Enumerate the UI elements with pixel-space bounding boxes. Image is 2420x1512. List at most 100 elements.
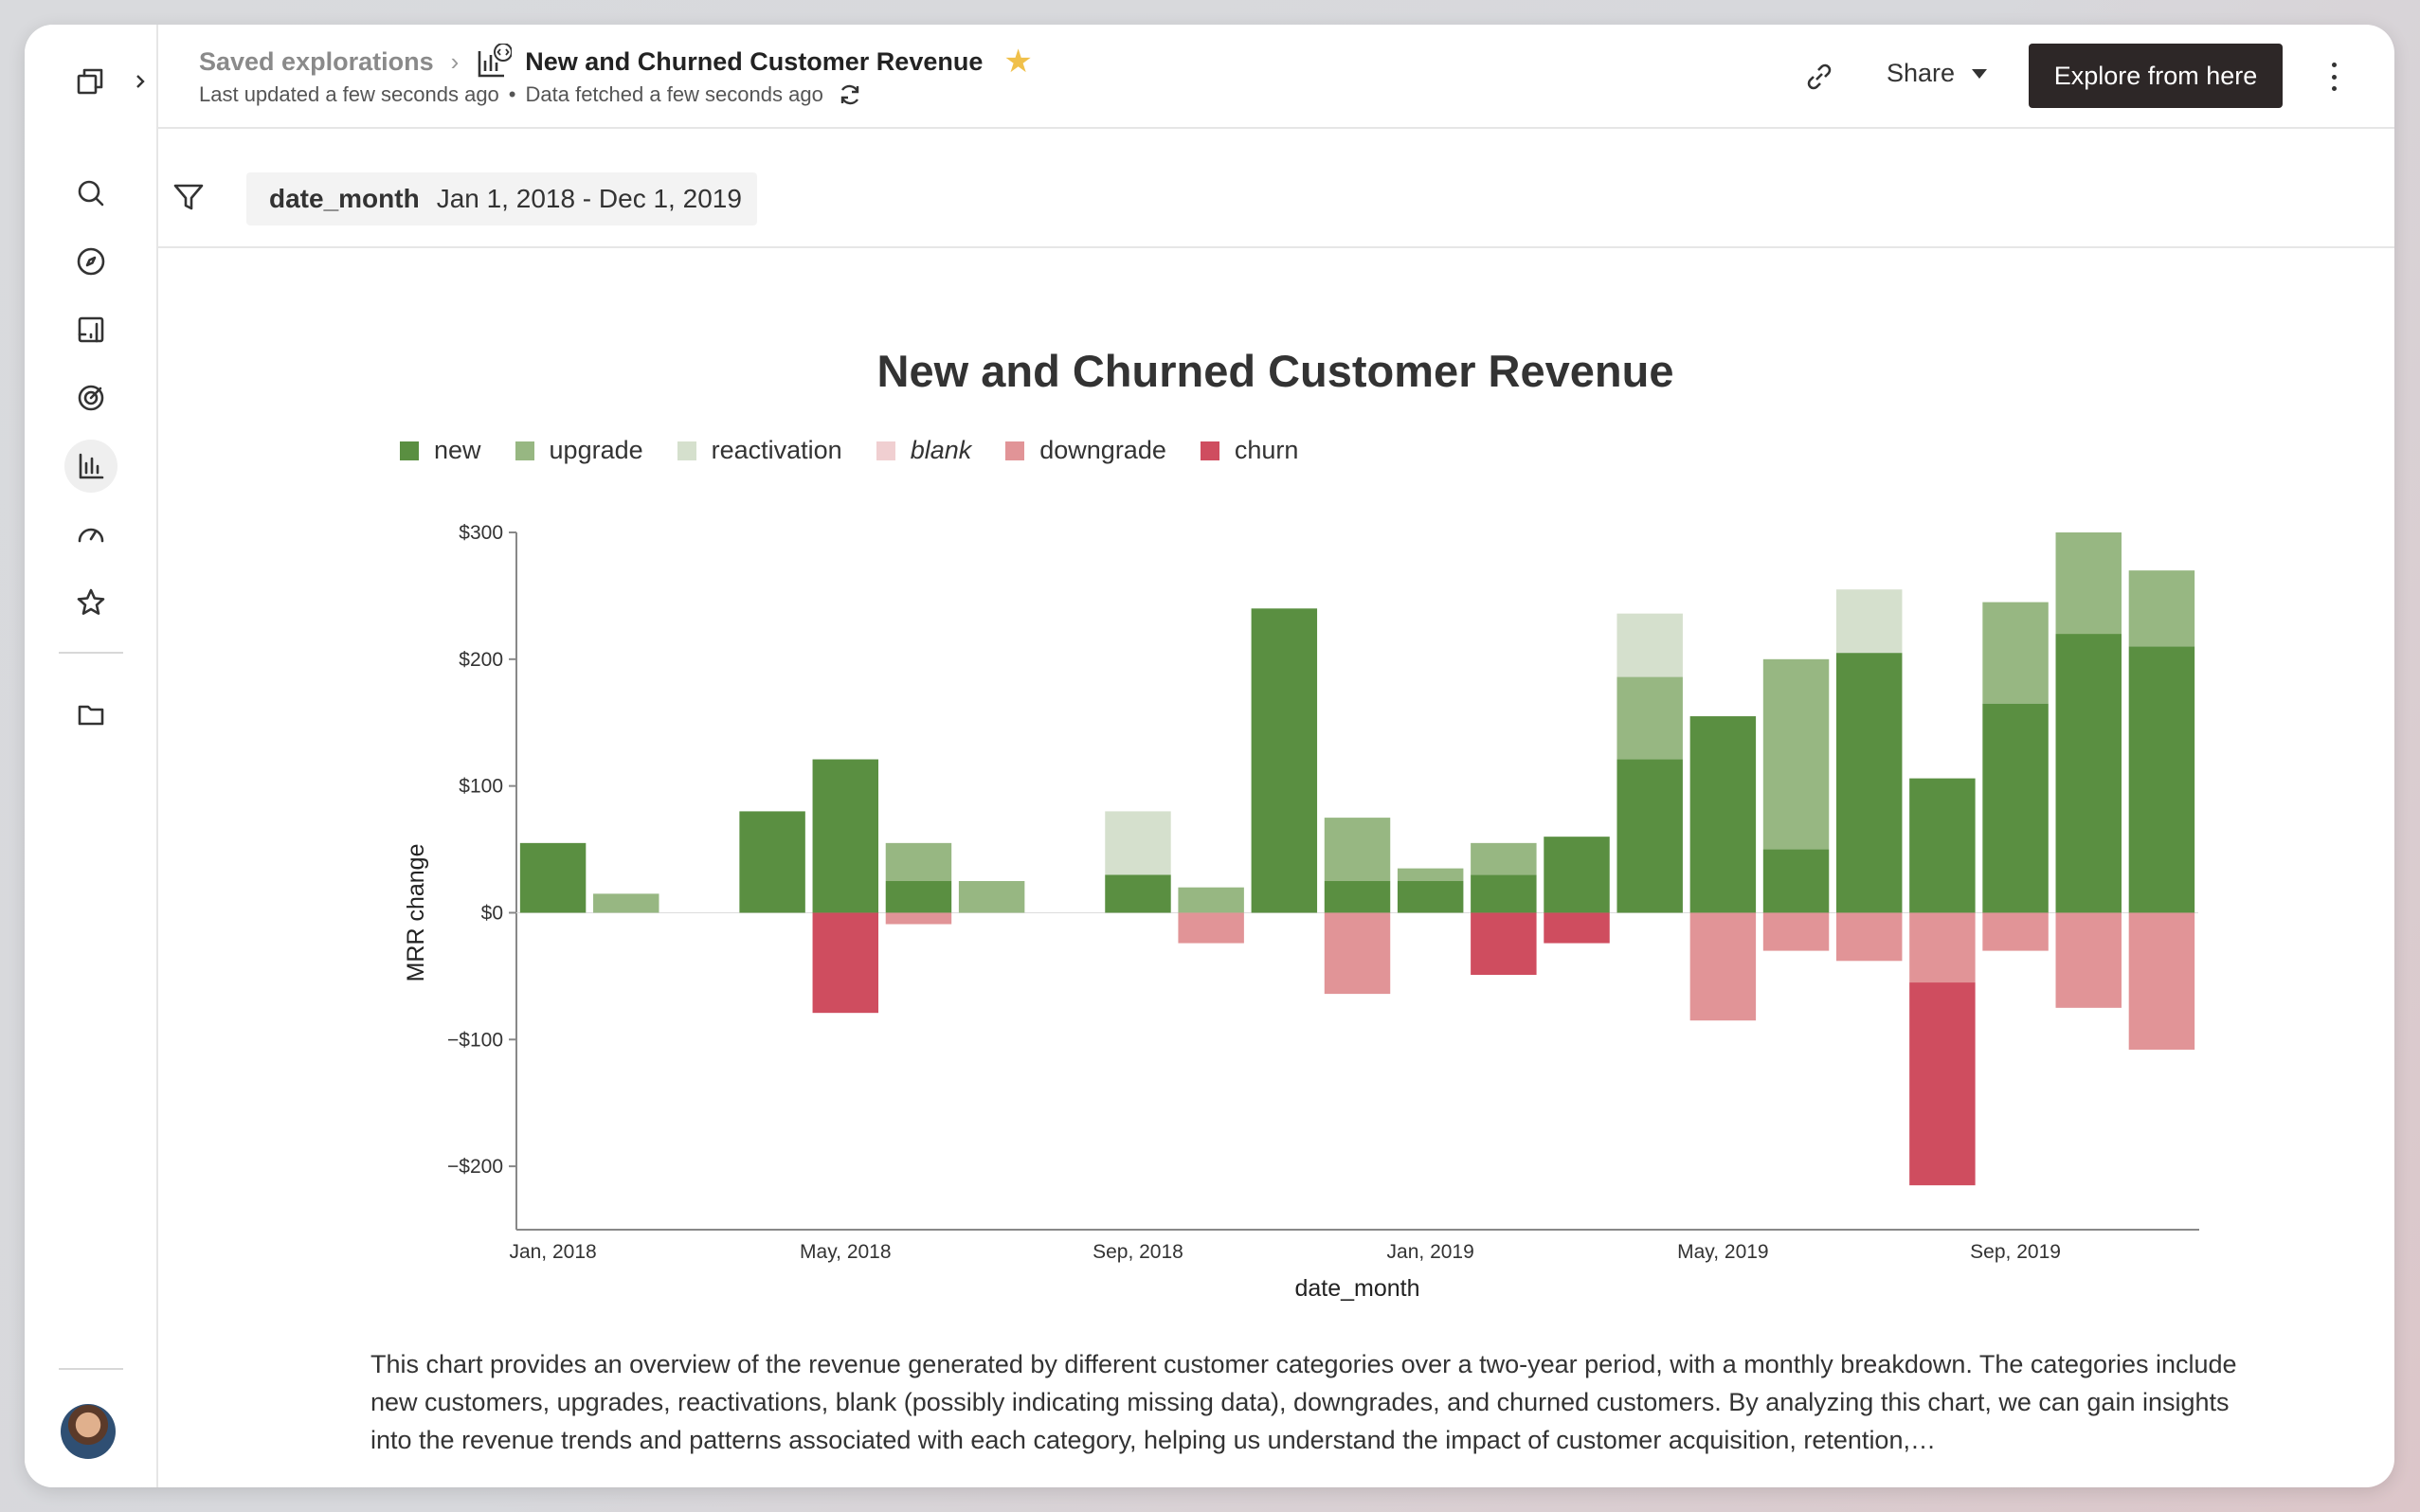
- bar-upgrade: [958, 881, 1025, 913]
- bar-upgrade: [1324, 818, 1391, 881]
- bar-upgrade: [2055, 532, 2122, 635]
- x-tick-label: Jan, 2018: [509, 1241, 596, 1263]
- chart-code-icon: [478, 44, 513, 78]
- x-tick-label: Jan, 2019: [1387, 1241, 1474, 1263]
- y-tick-label: $0: [481, 902, 503, 924]
- meta-info: Last updated a few seconds ago • Data fe…: [199, 81, 863, 108]
- expand-sidebar-icon[interactable]: [131, 64, 150, 99]
- bar-downgrade: [2128, 912, 2195, 1050]
- breadcrumb: Saved explorations › New and Churned Cus…: [199, 44, 1033, 80]
- bar-upgrade: [885, 842, 952, 881]
- y-tick-label: −$200: [447, 1156, 503, 1178]
- bar-upgrade: [2128, 570, 2195, 647]
- y-tick-label: $100: [459, 776, 503, 798]
- bar-new: [1762, 849, 1830, 913]
- chevron-right-icon: ›: [450, 46, 460, 76]
- x-axis-label: date_month: [1294, 1275, 1419, 1302]
- bar-new: [1835, 653, 1903, 913]
- bar-churn: [812, 912, 879, 1014]
- app-window: Saved explorations › New and Churned Cus…: [25, 25, 2394, 1487]
- y-axis-label: MRR change: [403, 844, 429, 982]
- share-button[interactable]: Share: [1887, 59, 1987, 88]
- filter-bar: date_month Jan 1, 2018 - Dec 1, 2019: [156, 129, 2394, 248]
- bar-upgrade: [1397, 868, 1464, 881]
- bar-new: [2055, 634, 2122, 913]
- header: Saved explorations › New and Churned Cus…: [156, 25, 2394, 129]
- bar-churn: [1909, 982, 1976, 1186]
- compass-icon[interactable]: [64, 235, 117, 288]
- target-icon[interactable]: [64, 371, 117, 424]
- filter-field-name: date_month: [269, 184, 420, 213]
- meta-separator: •: [508, 82, 516, 106]
- bar-upgrade: [1762, 658, 1830, 850]
- chart-bar-icon[interactable]: [64, 440, 117, 493]
- bar-new: [1471, 874, 1537, 913]
- explore-from-here-button[interactable]: Explore from here: [2029, 44, 2283, 108]
- x-tick-label: Sep, 2018: [1093, 1241, 1183, 1263]
- sidebar-divider-bottom: [59, 1368, 123, 1370]
- bar-new: [1251, 608, 1318, 913]
- bar-downgrade: [1982, 912, 2049, 951]
- bar-new: [885, 881, 952, 913]
- bar-downgrade: [885, 912, 952, 925]
- bar-new: [1982, 703, 2049, 913]
- bar-new: [2128, 646, 2195, 913]
- filter-field-value: Jan 1, 2018 - Dec 1, 2019: [436, 184, 742, 213]
- bar-upgrade: [1178, 887, 1244, 913]
- x-tick-label: Sep, 2019: [1970, 1241, 2061, 1263]
- bar-reactivation: [1616, 613, 1683, 677]
- star-icon[interactable]: [64, 576, 117, 629]
- sidebar: [25, 25, 158, 1487]
- bar-downgrade: [1689, 912, 1757, 1021]
- bar-new: [519, 842, 587, 913]
- filter-icon[interactable]: [172, 180, 206, 214]
- bar-new: [1616, 759, 1683, 913]
- bar-downgrade: [1178, 912, 1244, 944]
- dashboard-icon[interactable]: [64, 303, 117, 356]
- bar-new: [1397, 881, 1464, 913]
- bar-downgrade: [2055, 912, 2122, 1008]
- logo-icon[interactable]: [63, 56, 116, 109]
- last-updated-text: Last updated a few seconds ago: [199, 82, 499, 106]
- data-fetched-text: Data fetched a few seconds ago: [525, 82, 823, 106]
- x-tick-label: May, 2018: [800, 1241, 892, 1263]
- bar-downgrade: [1762, 912, 1830, 951]
- favorite-star-icon[interactable]: ★: [1003, 45, 1032, 78]
- page-title: New and Churned Customer Revenue: [525, 46, 984, 76]
- bar-new: [1105, 874, 1171, 913]
- bar-upgrade: [1982, 602, 2049, 704]
- bar-reactivation: [1105, 811, 1171, 875]
- gauge-icon[interactable]: [64, 508, 117, 561]
- y-tick-label: −$100: [447, 1029, 503, 1051]
- y-tick-label: $300: [459, 522, 503, 544]
- folder-icon[interactable]: [64, 688, 117, 741]
- avatar[interactable]: [61, 1404, 116, 1459]
- breadcrumb-saved-explorations[interactable]: Saved explorations: [199, 47, 434, 77]
- x-tick-label: May, 2019: [1677, 1241, 1769, 1263]
- chart-description: This chart provides an overview of the r…: [370, 1350, 2237, 1454]
- bar-new: [812, 759, 879, 913]
- bar-new: [1909, 778, 1976, 913]
- bar-churn: [1471, 912, 1537, 976]
- y-tick-label: $200: [459, 649, 503, 671]
- bar-churn: [1544, 912, 1610, 944]
- search-icon[interactable]: [64, 167, 117, 220]
- sidebar-divider: [59, 652, 123, 654]
- copy-link-icon[interactable]: [1801, 59, 1837, 95]
- bar-downgrade: [1909, 912, 1976, 983]
- bar-new: [1689, 716, 1757, 913]
- chart-plot: $300 $200 $100 $0 −$100 −$200 Jan, 2018 May, 20…: [403, 522, 2199, 1302]
- caret-down-icon: [1972, 68, 1987, 79]
- bar-upgrade: [593, 893, 659, 913]
- bar-reactivation: [1835, 589, 1903, 654]
- refresh-icon[interactable]: [837, 81, 863, 108]
- chart-container: New and Churned Customer Revenue new upgr…: [156, 248, 2394, 1319]
- bar-upgrade: [1616, 676, 1683, 760]
- date-filter-chip[interactable]: date_month Jan 1, 2018 - Dec 1, 2019: [246, 172, 757, 225]
- bar-new: [739, 811, 805, 913]
- bar-new: [1324, 881, 1391, 913]
- bar-downgrade: [1324, 912, 1391, 995]
- bar-upgrade: [1471, 842, 1537, 875]
- more-options-icon[interactable]: [2322, 63, 2345, 91]
- bar-downgrade: [1835, 912, 1903, 962]
